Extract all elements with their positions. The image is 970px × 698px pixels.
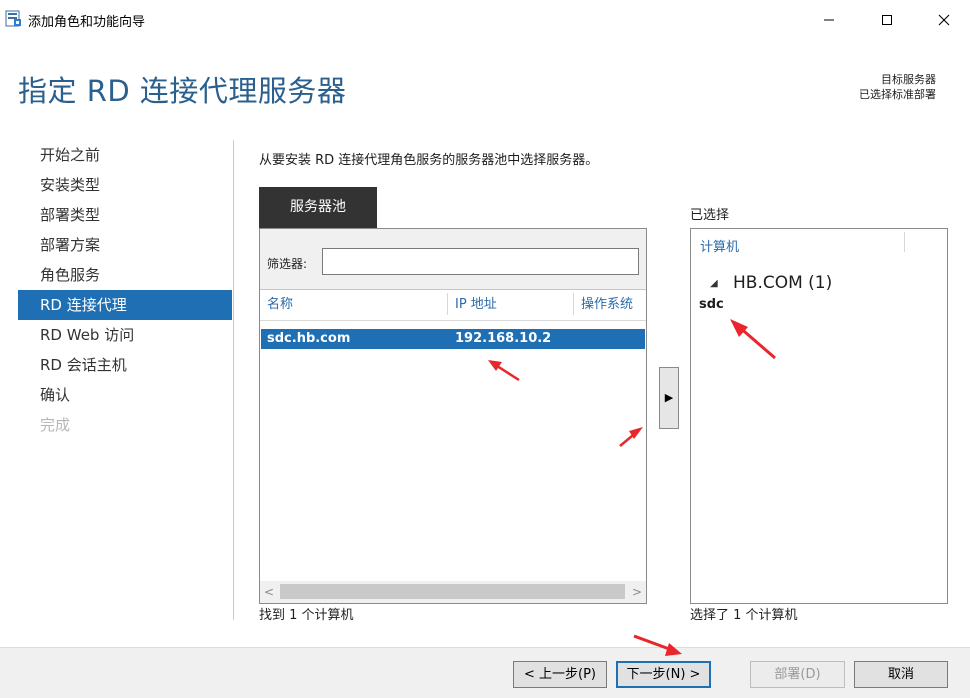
- close-button[interactable]: [921, 6, 967, 34]
- instruction-text: 从要安装 RD 连接代理角色服务的服务器池中选择服务器。: [259, 153, 599, 168]
- column-header-os[interactable]: 操作系统: [574, 290, 646, 320]
- window-title: 添加角色和功能向导: [28, 15, 146, 30]
- nav-item-deployment-scenario[interactable]: 部署方案: [18, 230, 232, 260]
- scroll-thumb[interactable]: [280, 584, 625, 599]
- title-bar: 添加角色和功能向导: [0, 0, 970, 40]
- nav-item-deployment-type[interactable]: 部署类型: [18, 200, 232, 230]
- maximize-icon: [881, 14, 893, 26]
- deploy-button: 部署(D): [750, 661, 845, 688]
- filter-label: 筛选器:: [267, 257, 308, 271]
- target-server-info: 目标服务器 已选择标准部署: [859, 72, 936, 102]
- selected-panel: 计算机 ◢ HB.COM (1) sdc: [690, 228, 948, 604]
- found-count: 找到 1 个计算机: [259, 608, 354, 623]
- target-server-label: 目标服务器: [881, 73, 936, 86]
- collapse-icon[interactable]: ◢: [710, 278, 718, 289]
- horizontal-scrollbar[interactable]: < >: [260, 581, 646, 603]
- close-icon: [938, 14, 950, 26]
- row-ip: 192.168.10.2: [455, 331, 552, 346]
- footer: < 上一步(P) 下一步(N) > 部署(D) 取消: [0, 647, 970, 698]
- next-button[interactable]: 下一步(N) >: [616, 661, 711, 688]
- column-header-computer[interactable]: 计算机: [700, 236, 739, 255]
- target-server-value: 已选择标准部署: [859, 88, 936, 101]
- nav-item-role-services[interactable]: 角色服务: [18, 260, 232, 290]
- header-divider: [260, 320, 646, 321]
- previous-button[interactable]: < 上一步(P): [513, 661, 607, 688]
- nav-item-before-you-begin[interactable]: 开始之前: [18, 140, 232, 170]
- row-name: sdc.hb.com: [267, 331, 351, 346]
- minimize-button[interactable]: [806, 6, 852, 34]
- selected-label: 已选择: [690, 208, 730, 223]
- nav-item-rd-session-host[interactable]: RD 会话主机: [18, 350, 232, 380]
- nav-item-confirmation[interactable]: 确认: [18, 380, 232, 410]
- column-header-name[interactable]: 名称: [260, 290, 447, 320]
- page-title: 指定 RD 连接代理服务器: [18, 74, 347, 108]
- nav-item-results: 完成: [40, 416, 71, 434]
- nav-divider: [233, 140, 234, 620]
- nav-item-rd-web-access[interactable]: RD Web 访问: [18, 320, 232, 350]
- scroll-right-icon[interactable]: >: [628, 581, 646, 603]
- scroll-left-icon[interactable]: <: [260, 581, 278, 603]
- column-divider[interactable]: [904, 232, 905, 252]
- tab-server-pool[interactable]: 服务器池: [259, 187, 377, 228]
- table-row[interactable]: sdc.hb.com 192.168.10.2: [261, 329, 645, 349]
- maximize-button[interactable]: [864, 6, 910, 34]
- list-item[interactable]: sdc: [699, 297, 724, 312]
- cancel-button[interactable]: 取消: [854, 661, 948, 688]
- filter-input[interactable]: [322, 248, 639, 275]
- server-manager-icon: [5, 10, 22, 27]
- server-pool-panel: 筛选器: 名称 IP 地址 操作系统 sdc.hb.com 192.168.10…: [259, 228, 647, 604]
- wizard-nav: 开始之前 安装类型 部署类型 部署方案 角色服务 RD 连接代理 RD Web …: [18, 140, 232, 440]
- filter-row: 筛选器:: [260, 229, 646, 290]
- nav-item-installation-type[interactable]: 安装类型: [18, 170, 232, 200]
- nav-item-rd-connection-broker[interactable]: RD 连接代理: [18, 290, 232, 320]
- group-name: HB.COM (1): [733, 273, 833, 293]
- add-server-button[interactable]: ▶: [659, 367, 679, 429]
- minimize-icon: [823, 14, 835, 26]
- selected-count: 选择了 1 个计算机: [690, 608, 798, 623]
- column-header-ip[interactable]: IP 地址: [448, 290, 573, 320]
